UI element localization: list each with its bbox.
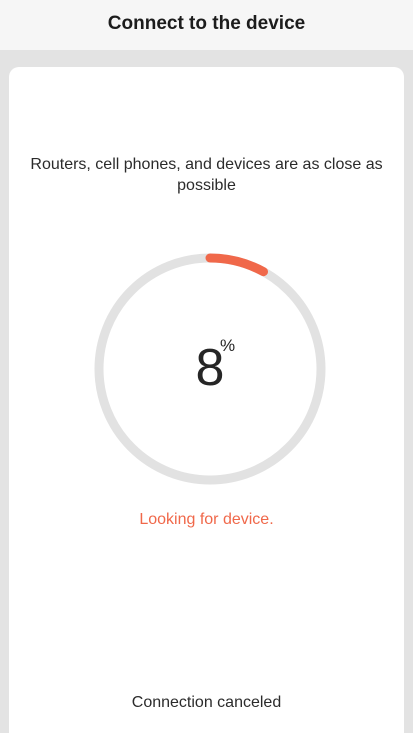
connection-card: Routers, cell phones, and devices are as… [9,67,404,733]
progress-ring: 8 % [92,251,328,487]
top-bar: Connect to the device [0,0,413,50]
progress-percent-sign: % [220,336,236,355]
progress-percent-value: 8 [195,339,225,397]
proximity-hint: Routers, cell phones, and devices are as… [30,156,383,194]
page-title: Connect to the device [107,13,306,34]
cancel-connection-button[interactable]: Connection canceled [9,683,404,723]
search-status: Looking for device. [139,511,274,528]
